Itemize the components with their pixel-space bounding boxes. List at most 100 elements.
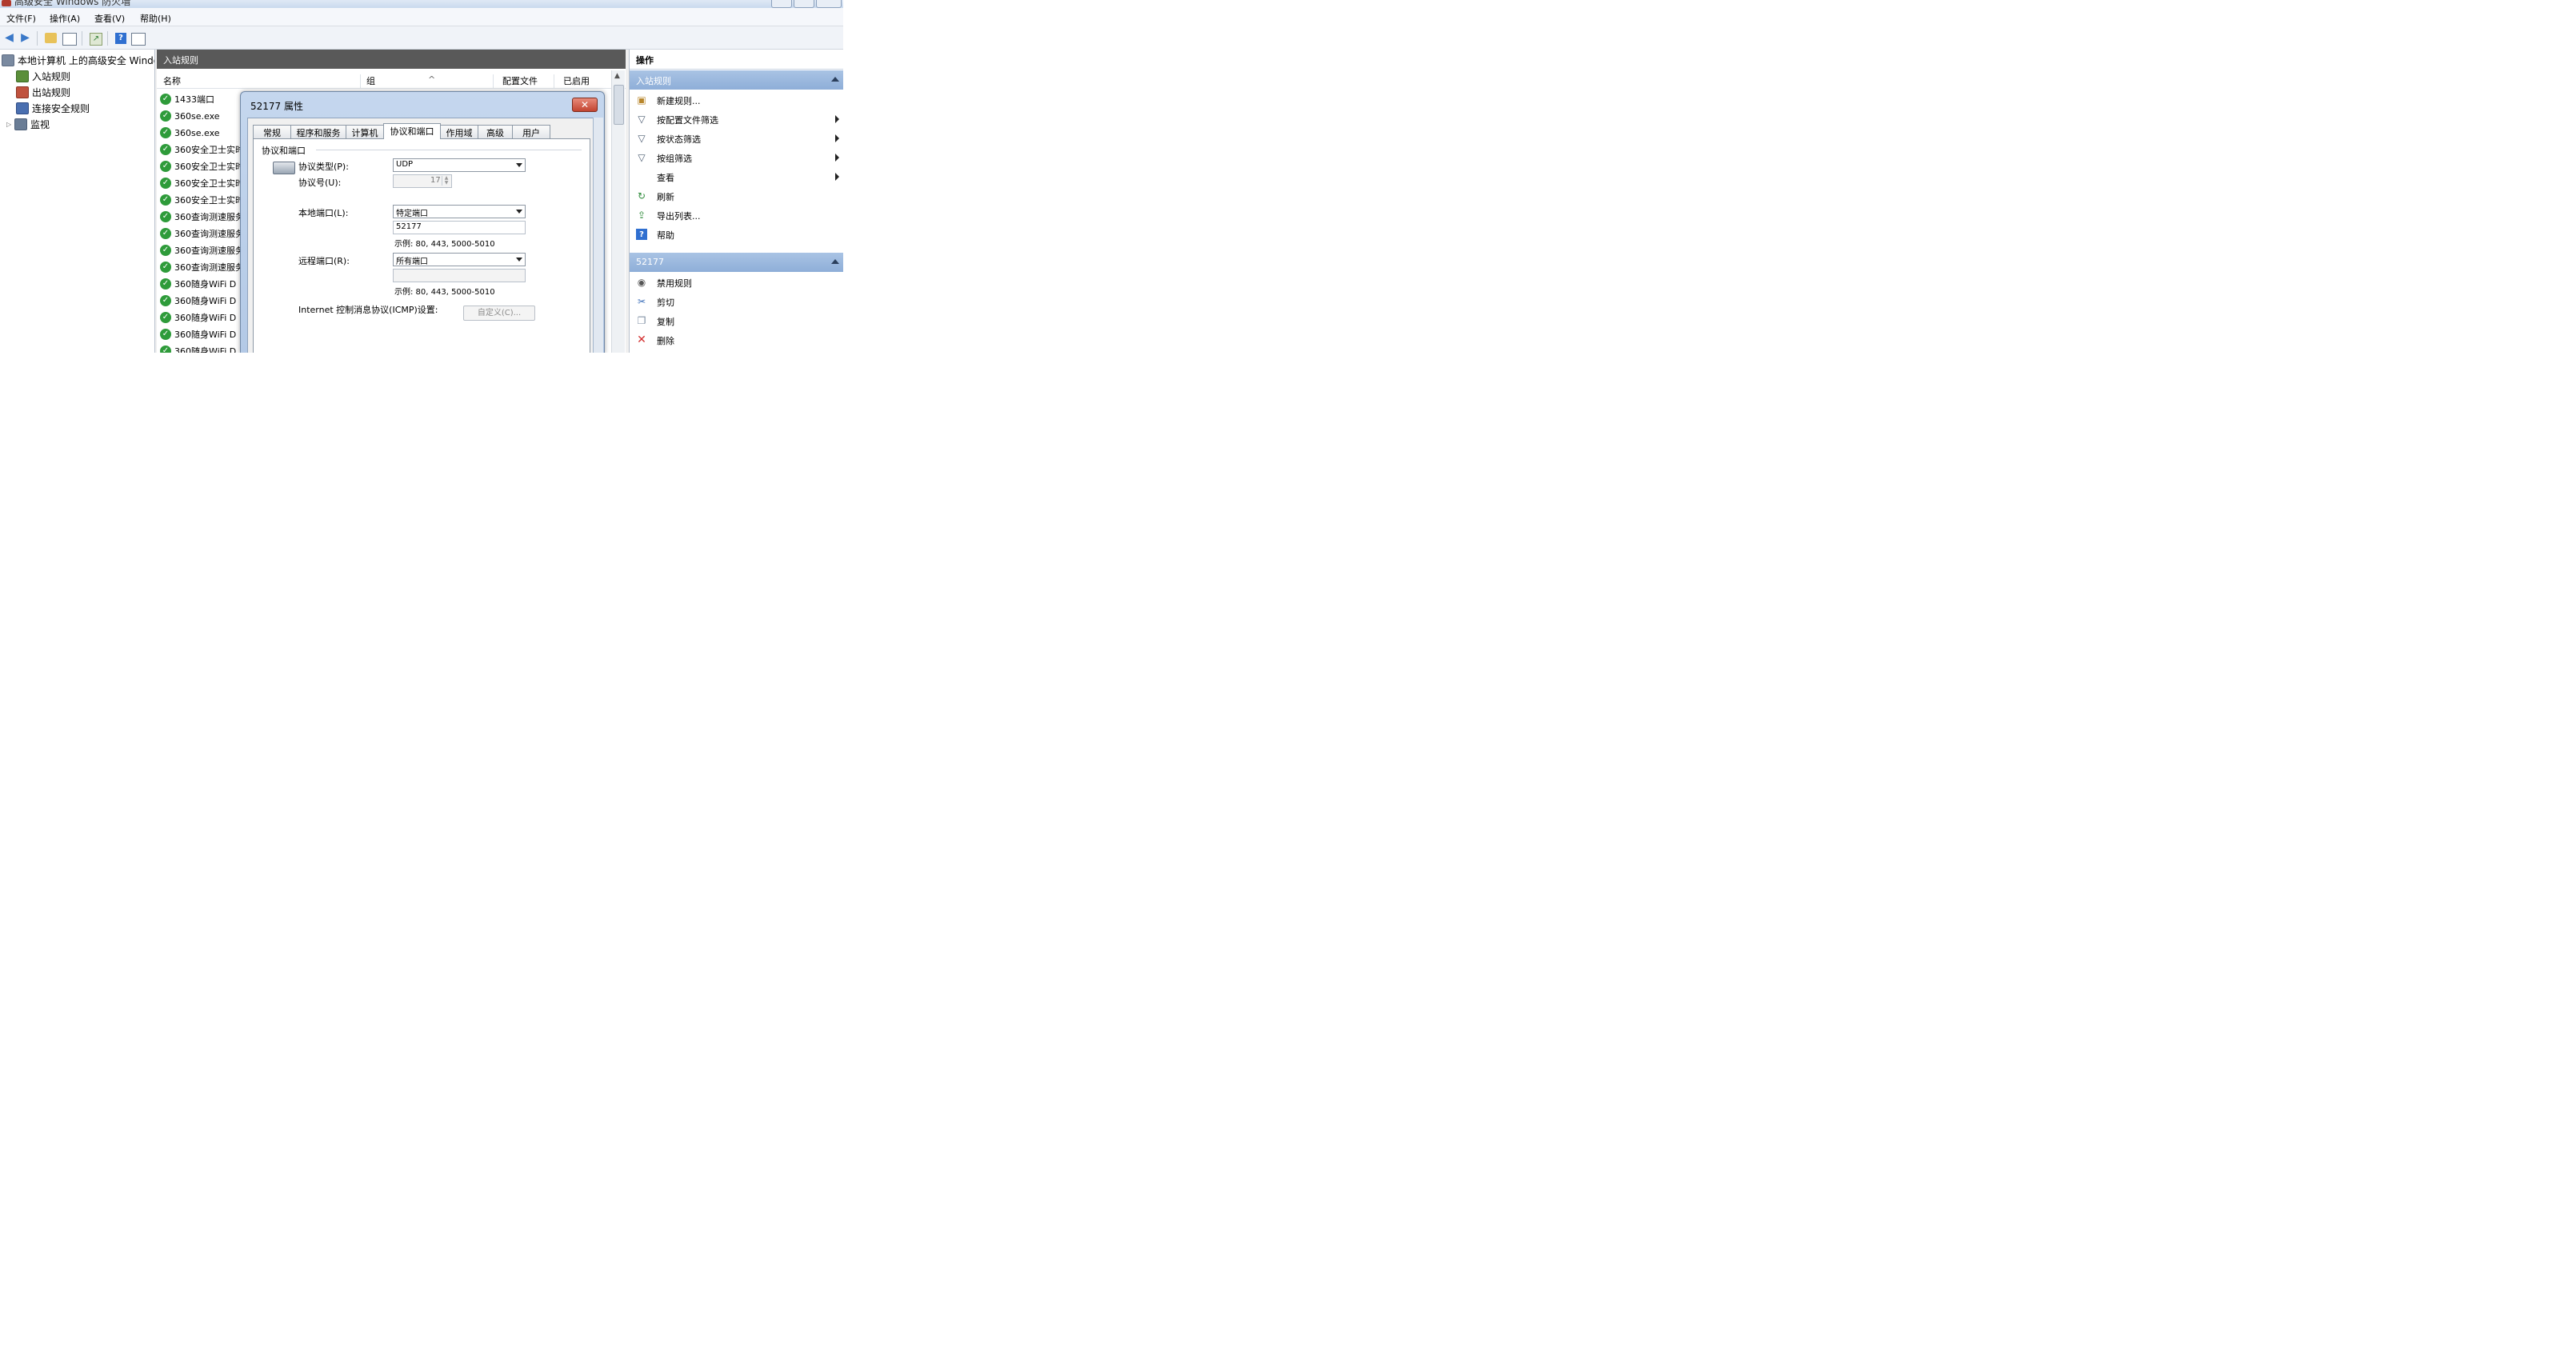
column-group[interactable]: 组 [366, 74, 375, 87]
tab-programs-services[interactable]: 程序和服务 [290, 125, 346, 138]
action-view[interactable]: 查看 [630, 167, 843, 186]
actions-section-inbound[interactable]: 入站规则 [630, 70, 843, 90]
action-copy[interactable]: ❐ 复制 [630, 311, 843, 330]
help-icon[interactable]: ? [115, 33, 126, 44]
table-row[interactable]: ✓ 360se.exe [160, 125, 220, 141]
remote-port-select[interactable]: 所有端口 [393, 253, 526, 266]
action-label: 按组筛选 [657, 154, 692, 164]
enabled-check-icon: ✓ [160, 194, 171, 206]
dialog-close-button[interactable]: ✕ [572, 98, 598, 112]
maximize-button[interactable] [794, 0, 814, 8]
forward-arrow-icon[interactable]: ▶ [18, 30, 33, 45]
scroll-thumb[interactable] [614, 85, 624, 125]
remote-port-label: 远程端口(R): [298, 256, 350, 266]
tree-item-label: 出站规则 [32, 86, 71, 98]
table-row[interactable]: ✓ 360查询测速服务 [160, 259, 244, 275]
action-label: 按状态筛选 [657, 134, 701, 145]
action-export-list[interactable]: ⇪ 导出列表... [630, 206, 843, 225]
rule-properties-dialog: 52177 属性 ✕ 常规 程序和服务 计算机 协议和端口 作用域 高级 用户 … [240, 91, 605, 353]
column-profile[interactable]: 配置文件 [502, 74, 538, 87]
collapse-caret-icon[interactable] [831, 77, 839, 82]
tree-item-connection-security[interactable]: 连接安全规则 [16, 101, 90, 115]
tree-root[interactable]: 本地计算机 上的高级安全 Windows 防火墙 [2, 53, 154, 67]
close-window-button[interactable] [816, 0, 842, 8]
minimize-button[interactable] [771, 0, 792, 8]
table-row[interactable]: ✓ 360随身WiFi D [160, 343, 236, 353]
folder-up-icon[interactable] [45, 33, 57, 43]
table-row[interactable]: ✓ 360随身WiFi D [160, 293, 236, 309]
expand-arrow-icon[interactable]: ▷ [6, 121, 14, 128]
submenu-arrow-icon [835, 134, 839, 142]
table-row[interactable]: ✓ 360se.exe [160, 108, 220, 124]
monitoring-icon [14, 118, 27, 130]
menu-action[interactable]: 操作(A) [50, 12, 80, 25]
table-row[interactable]: ✓ 360随身WiFi D [160, 310, 236, 326]
firewall-app-icon [2, 0, 11, 6]
action-label: 删除 [657, 336, 674, 346]
actions-title-bar: 操作 [630, 50, 843, 70]
tree-item-label: 监视 [30, 118, 50, 130]
table-row[interactable]: ✓ 360随身WiFi D [160, 276, 236, 292]
local-port-example: 示例: 80, 443, 5000-5010 [394, 240, 495, 249]
scroll-up-arrow-icon[interactable]: ▲ [614, 72, 620, 80]
rules-pane-title: 入站规则 [163, 55, 198, 66]
menu-help[interactable]: 帮助(H) [140, 12, 171, 25]
action-disable-rule[interactable]: ◉ 禁用规则 [630, 273, 843, 292]
enabled-check-icon: ✓ [160, 345, 171, 353]
collapse-caret-icon[interactable] [831, 259, 839, 264]
export-list-icon[interactable]: ↗ [90, 33, 102, 46]
table-row[interactable]: ✓ 360随身WiFi D [160, 326, 236, 342]
icmp-settings-label: Internet 控制消息协议(ICMP)设置: [298, 305, 438, 315]
protocol-type-select[interactable]: UDP [393, 158, 526, 172]
disable-icon: ◉ [637, 277, 646, 288]
column-divider[interactable] [360, 74, 361, 89]
tab-advanced[interactable]: 高级 [478, 125, 513, 138]
tab-protocols-ports[interactable]: 协议和端口 [383, 123, 441, 139]
show-hide-actions-icon[interactable] [131, 33, 146, 46]
local-port-input[interactable]: 52177 [393, 221, 526, 234]
menu-view[interactable]: 查看(V) [94, 12, 125, 25]
action-delete[interactable]: ✕ 删除 [630, 330, 843, 349]
back-arrow-icon[interactable]: ◀ [2, 30, 17, 45]
action-refresh[interactable]: ↻ 刷新 [630, 186, 843, 206]
tab-computers[interactable]: 计算机 [346, 125, 384, 138]
column-enabled[interactable]: 已启用 [563, 74, 590, 87]
local-port-label: 本地端口(L): [298, 208, 349, 218]
tree-item-inbound-rules[interactable]: 入站规则 [16, 69, 70, 83]
menu-file[interactable]: 文件(F) [6, 12, 36, 25]
table-row[interactable]: ✓ 360查询测速服务 [160, 209, 244, 225]
protocol-type-label: 协议类型(P): [298, 162, 349, 172]
action-new-rule[interactable]: ▣ 新建规则... [630, 90, 843, 110]
action-help[interactable]: ? 帮助 [630, 225, 843, 244]
tab-general[interactable]: 常规 [253, 125, 291, 138]
enabled-check-icon: ✓ [160, 178, 171, 189]
action-filter-state[interactable]: ▽ 按状态筛选 [630, 129, 843, 148]
table-row[interactable]: ✓ 1433端口 [160, 91, 214, 107]
toolbar-separator [37, 31, 38, 46]
action-cut[interactable]: ✂ 剪切 [630, 292, 843, 311]
table-row[interactable]: ✓ 360查询测速服务 [160, 242, 244, 258]
action-filter-profile[interactable]: ▽ 按配置文件筛选 [630, 110, 843, 129]
local-port-select[interactable]: 特定端口 [393, 205, 526, 218]
column-headers: 名称 组 ^ 配置文件 已启用 [157, 70, 626, 89]
action-filter-group[interactable]: ▽ 按组筛选 [630, 148, 843, 167]
dropdown-arrow-icon [516, 163, 522, 167]
protocol-type-value: UDP [396, 160, 414, 169]
enabled-check-icon: ✓ [160, 144, 171, 155]
actions-section-rule[interactable]: 52177 [630, 253, 843, 272]
title-bar: 高级安全 Windows 防火墙 [0, 0, 843, 8]
action-label: 帮助 [657, 230, 674, 241]
column-name[interactable]: 名称 [163, 74, 181, 87]
tab-scope[interactable]: 作用域 [440, 125, 478, 138]
filter-icon: ▽ [638, 152, 646, 163]
show-hide-tree-icon[interactable] [62, 33, 77, 46]
rules-scrollbar[interactable]: ▲ [611, 70, 625, 353]
tree-item-monitoring[interactable]: ▷ 监视 [6, 117, 50, 131]
tree-item-outbound-rules[interactable]: 出站规则 [16, 85, 70, 99]
enabled-check-icon: ✓ [160, 312, 171, 323]
window-title: 高级安全 Windows 防火墙 [14, 0, 131, 7]
column-divider[interactable] [493, 74, 494, 89]
table-row[interactable]: ✓ 360查询测速服务 [160, 226, 244, 242]
tab-users[interactable]: 用户 [512, 125, 550, 138]
protocol-number-label: 协议号(U): [298, 178, 342, 188]
